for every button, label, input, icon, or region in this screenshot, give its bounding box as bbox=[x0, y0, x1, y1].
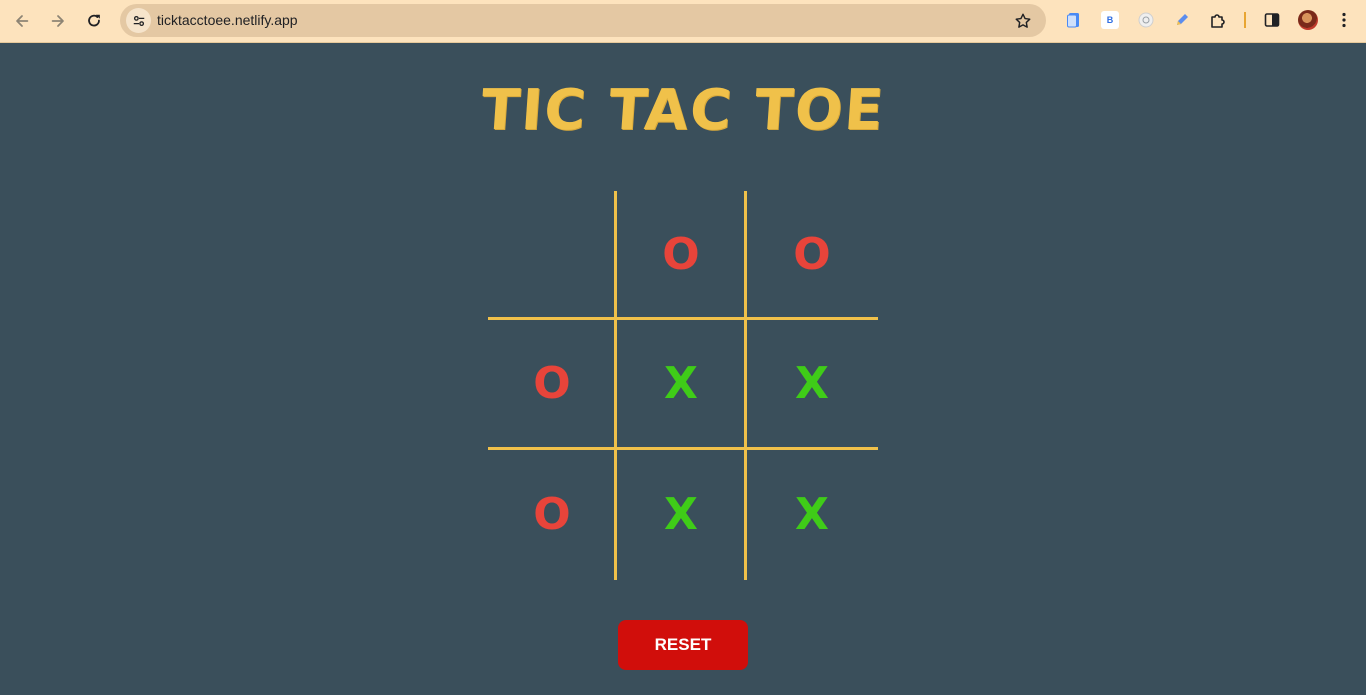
circle-extension-icon[interactable] bbox=[1135, 9, 1157, 31]
puzzle-icon[interactable] bbox=[1207, 9, 1229, 31]
document-extension-icon[interactable] bbox=[1063, 9, 1085, 31]
reset-button[interactable]: RESET bbox=[618, 620, 748, 670]
cell-3-2[interactable]: X bbox=[616, 449, 746, 580]
cell-mark: X bbox=[664, 358, 698, 409]
toolbar-divider bbox=[1244, 12, 1246, 28]
cell-mark: X bbox=[795, 358, 829, 409]
cell-1-3[interactable]: O bbox=[746, 191, 878, 319]
pen-extension-icon[interactable] bbox=[1171, 9, 1193, 31]
site-settings-icon[interactable] bbox=[126, 8, 151, 33]
cell-2-3[interactable]: X bbox=[746, 319, 878, 449]
address-bar[interactable]: ticktacctoee.netlify.app bbox=[120, 4, 1046, 37]
cell-1-2[interactable]: O bbox=[616, 191, 746, 319]
avatar[interactable] bbox=[1298, 10, 1318, 30]
cell-mark: O bbox=[533, 358, 571, 409]
game-title: TIC TAC TOE bbox=[478, 78, 888, 143]
url-text[interactable]: ticktacctoee.netlify.app bbox=[157, 12, 298, 28]
cell-mark: O bbox=[662, 229, 700, 280]
forward-arrow-icon[interactable] bbox=[45, 8, 71, 34]
cell-3-3[interactable]: X bbox=[746, 449, 878, 580]
game-board: O O O X X O X X bbox=[488, 191, 878, 580]
cell-mark: O bbox=[793, 229, 831, 280]
board-cells: O O O X X O X X bbox=[488, 191, 878, 580]
browser-toolbar: ticktacctoee.netlify.app B bbox=[0, 0, 1366, 43]
cell-2-2[interactable]: X bbox=[616, 319, 746, 449]
b-extension-icon[interactable]: B bbox=[1099, 9, 1121, 31]
cell-mark: O bbox=[533, 488, 571, 540]
cell-2-1[interactable]: O bbox=[488, 319, 616, 449]
cell-mark: X bbox=[664, 488, 698, 540]
cell-mark: X bbox=[795, 488, 829, 540]
back-arrow-icon[interactable] bbox=[9, 8, 35, 34]
cell-3-1[interactable]: O bbox=[488, 449, 616, 580]
side-panel-icon[interactable] bbox=[1261, 9, 1283, 31]
cell-1-1[interactable] bbox=[488, 191, 616, 319]
reload-icon[interactable] bbox=[81, 8, 107, 34]
more-vert-icon[interactable] bbox=[1333, 9, 1355, 31]
star-icon[interactable] bbox=[1012, 10, 1034, 32]
